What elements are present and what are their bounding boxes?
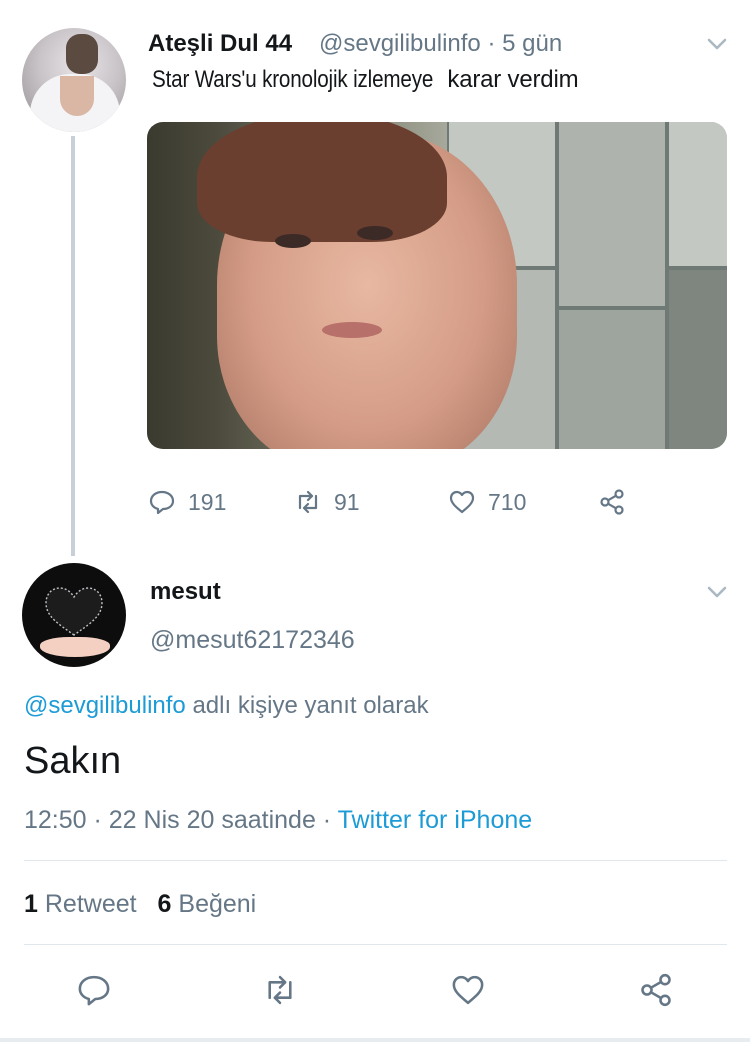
- retweet-icon[interactable]: [262, 972, 298, 1008]
- wall-tile: [557, 122, 667, 308]
- tweet-meta: 12:50 · 22 Nis 20 saatinde · Twitter for…: [24, 806, 532, 835]
- reply-action[interactable]: 191: [148, 484, 226, 520]
- reply-icon[interactable]: [76, 972, 112, 1008]
- reply-handle[interactable]: @mesut62172346: [150, 626, 355, 655]
- retweet-count: 91: [334, 488, 360, 515]
- retweet-icon: [298, 490, 318, 514]
- reply-actions-bar: [0, 972, 750, 1012]
- reply-text: Sakın: [24, 740, 122, 782]
- share-icon: [600, 489, 624, 515]
- reply-author-name[interactable]: mesut: [150, 578, 221, 606]
- avatar-skin: [60, 76, 94, 116]
- tweet-text-part2: karar verdim: [447, 66, 579, 93]
- wall-tile: [667, 268, 727, 449]
- tweet-actions: 191 91 710: [148, 484, 648, 520]
- chevron-down-icon[interactable]: [705, 584, 729, 600]
- wall-tile: [557, 308, 667, 449]
- replying-to: @sevgilibulinfo adlı kişiye yanıt olarak: [24, 692, 429, 720]
- replying-suffix: adlı kişiye yanıt olarak: [192, 692, 429, 719]
- photo-eye: [357, 226, 393, 240]
- author-avatar[interactable]: [22, 28, 126, 132]
- avatar-hand: [40, 637, 110, 657]
- reply-author-avatar[interactable]: [22, 563, 126, 667]
- reply-icon: [149, 490, 175, 515]
- engagement-stats: 1 Retweet 6 Beğeni: [24, 890, 256, 919]
- chevron-down-icon[interactable]: [705, 36, 729, 52]
- thread-connector-line: [71, 136, 75, 556]
- retweets-label[interactable]: Retweet: [45, 890, 137, 918]
- tweet-time[interactable]: 5 gün: [502, 30, 562, 57]
- share-action[interactable]: [598, 484, 626, 520]
- divider: [24, 860, 727, 861]
- like-count: 710: [488, 488, 527, 515]
- like-action[interactable]: 710: [448, 484, 526, 520]
- tweet-photo[interactable]: [147, 122, 727, 449]
- share-icon[interactable]: [638, 972, 674, 1008]
- source-link[interactable]: Twitter for iPhone: [338, 806, 533, 834]
- bottom-border: [0, 1038, 750, 1042]
- tweet-handle[interactable]: @sevgilibulinfo: [319, 30, 481, 57]
- retweet-action[interactable]: 91: [294, 484, 360, 520]
- avatar-hair: [66, 34, 98, 74]
- tweet-author-name[interactable]: Ateşli Dul 44: [148, 30, 292, 58]
- likes-label[interactable]: Beğeni: [178, 890, 256, 918]
- replying-mention[interactable]: @sevgilibulinfo: [24, 692, 186, 719]
- photo-hair: [197, 122, 447, 242]
- tweet-text-part1: Star Wars'u kronolojik izlemeye: [152, 66, 434, 93]
- retweets-count[interactable]: 1: [24, 890, 38, 918]
- divider: [24, 944, 727, 945]
- reply-count: 191: [188, 488, 227, 515]
- wall-tile: [667, 122, 727, 268]
- photo-eye: [275, 234, 311, 248]
- tweet-text: Star Wars'u kronolojik izlemeye karar ve…: [152, 66, 579, 94]
- separator-dot: ·: [487, 30, 496, 57]
- tweet-handle-time: @sevgilibulinfo · 5 gün: [319, 30, 562, 58]
- timestamp: 12:50 · 22 Nis 20 saatinde ·: [24, 806, 332, 834]
- like-icon: [449, 490, 475, 514]
- likes-count[interactable]: 6: [158, 890, 172, 918]
- like-icon[interactable]: [450, 972, 486, 1008]
- photo-mouth: [322, 322, 382, 338]
